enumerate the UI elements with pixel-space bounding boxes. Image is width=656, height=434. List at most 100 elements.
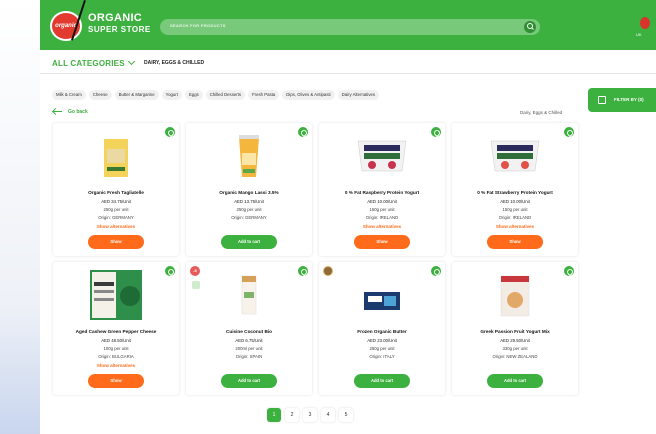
show-alternatives-link[interactable]: Show alternatives [452,224,578,229]
page-3[interactable]: 3 [303,408,317,422]
heart-icon[interactable] [165,127,175,137]
store-page: organic ORGANIC SUPER STORE SEARCH FOR P… [40,0,656,434]
brand-line2: SUPER STORE [88,25,151,34]
product-origin: Origin: GERMANY [231,215,267,220]
organic-seal-icon [323,266,333,276]
product-card[interactable]: -5 Cuisine Coconut Bio AED 6.75/Unit 200… [186,262,312,395]
show-button[interactable]: Show [88,374,144,388]
chip-dips[interactable]: Dips, Olives & Antipasti [282,90,335,100]
product-card[interactable]: Greek Passion Fruit Yogurt Mix AED 29.50… [452,262,578,395]
heart-icon[interactable] [431,127,441,137]
product-unit: 250g per unit [369,346,395,351]
heart-icon[interactable] [564,127,574,137]
product-unit: 250g per unit [236,207,262,212]
product-card[interactable]: Frozen Organic Butter AED 23.00/Unit 250… [319,262,445,395]
add-to-cart-button[interactable]: Add to cart [221,235,277,249]
heart-icon[interactable] [564,266,574,276]
chip-chilled-desserts[interactable]: Chilled Desserts [205,90,246,100]
add-to-cart-button[interactable]: Add to cart [487,374,543,388]
chip-fresh-pasta[interactable]: Fresh Pasta [248,90,280,100]
show-alternatives-link[interactable]: Show alternatives [53,363,179,368]
brand-name[interactable]: ORGANIC SUPER STORE [88,13,151,35]
filter-button[interactable]: FILTER BY (0) [588,88,656,112]
product-origin: Origin: GERMANY [98,215,134,220]
back-link[interactable]: Go back [53,109,88,115]
product-unit: 150g per unit [369,207,395,212]
show-alternatives-link[interactable]: Show alternatives [53,224,179,229]
page-4[interactable]: 4 [321,408,335,422]
chip-dairy-alternatives[interactable]: Dairy Alternatives [337,90,380,100]
product-unit: 100g per unit [103,346,129,351]
breadcrumb: Dairy, Eggs & Chilled [520,110,563,115]
product-card[interactable]: Aged Cashew Green Pepper Cheese AED 48.5… [53,262,179,395]
product-name[interactable]: Aged Cashew Green Pepper Cheese [53,329,179,334]
all-categories-label: ALL CATEGORIES [52,59,125,68]
chip-yogurt[interactable]: Yogurt [161,90,182,100]
product-price: AED 34.75/Unit [101,199,131,204]
search-placeholder: SEARCH FOR PRODUCTS [170,23,226,28]
account-icon[interactable] [640,17,650,29]
search-input[interactable]: SEARCH FOR PRODUCTS [160,19,540,35]
chip-butter[interactable]: Butter & Margarine [114,90,159,100]
show-alternatives-link[interactable]: Show alternatives [319,224,445,229]
product-image [90,270,142,320]
product-name[interactable]: Organic Mango Lassi 3.5% [186,190,312,195]
product-origin: Origin: ITALY [369,354,395,359]
chevron-down-icon [127,57,135,66]
product-card[interactable]: 0 % Fat Raspberry Protein Yogurt AED 10.… [319,123,445,256]
product-name[interactable]: Organic Fresh Tagliatelle [53,190,179,195]
search-icon[interactable] [524,21,536,33]
product-image [364,292,400,310]
product-price: AED 10.00/Unit [367,199,397,204]
account-label: UK [636,32,642,37]
arrow-left-icon [53,111,62,112]
add-to-cart-button[interactable]: Add to cart [221,374,277,388]
show-button[interactable]: Show [487,235,543,249]
product-price: AED 23.00/Unit [367,338,397,343]
heart-icon[interactable] [298,127,308,137]
all-categories-button[interactable]: ALL CATEGORIES [52,57,135,68]
product-origin: Origin: BULGARIA [98,354,134,359]
product-unit: 250g per unit [103,207,129,212]
page-1[interactable]: 1 [267,408,281,422]
product-unit: 200ml per unit [235,346,263,351]
product-unit: 150g per unit [502,207,528,212]
product-name[interactable]: Greek Passion Fruit Yogurt Mix [452,329,578,334]
product-image [357,140,407,172]
product-image [241,275,257,315]
product-image [104,139,128,177]
product-name[interactable]: Cuisine Coconut Bio [186,329,312,334]
heart-icon[interactable] [298,266,308,276]
show-button[interactable]: Show [88,235,144,249]
page-2[interactable]: 2 [285,408,299,422]
product-price: AED 10.00/Unit [500,199,530,204]
category-bar: ALL CATEGORIES DAIRY, EGGS & CHILLED [40,50,656,74]
chip-cheese[interactable]: Cheese [88,90,112,100]
filter-label: FILTER BY (0) [614,97,644,102]
add-to-cart-button[interactable]: Add to cart [354,374,410,388]
product-price: AED 29.50/Unit [500,338,530,343]
product-name[interactable]: 0 % Fat Raspberry Protein Yogurt [319,190,445,195]
product-price: AED 13.75/Unit [234,199,264,204]
product-card[interactable]: Organic Mango Lassi 3.5% AED 13.75/Unit … [186,123,312,256]
product-card[interactable]: Organic Fresh Tagliatelle AED 34.75/Unit… [53,123,179,256]
chip-eggs[interactable]: Eggs [184,90,203,100]
header: organic ORGANIC SUPER STORE SEARCH FOR P… [40,0,656,50]
category-link[interactable]: DAIRY, EGGS & CHILLED [144,60,204,66]
page-5[interactable]: 5 [339,408,353,422]
show-button[interactable]: Show [354,235,410,249]
product-price: AED 48.50/Unit [101,338,131,343]
product-origin: Origin: NEW ZEALAND [492,354,538,359]
product-image [239,135,259,177]
product-name[interactable]: Frozen Organic Butter [319,329,445,334]
discount-badge: -5 [190,266,200,276]
product-name[interactable]: 0 % Fat Strawberry Protein Yogurt [452,190,578,195]
heart-icon[interactable] [431,266,441,276]
product-origin: Origin: SPAIN [235,354,263,359]
chip-milk-cream[interactable]: Milk & Cream [52,90,86,100]
product-card[interactable]: 0 % Fat Strawberry Protein Yogurt AED 10… [452,123,578,256]
heart-icon[interactable] [165,266,175,276]
vegan-icon [192,281,200,289]
product-unit: 330g per unit [502,346,528,351]
background-left [0,0,40,434]
